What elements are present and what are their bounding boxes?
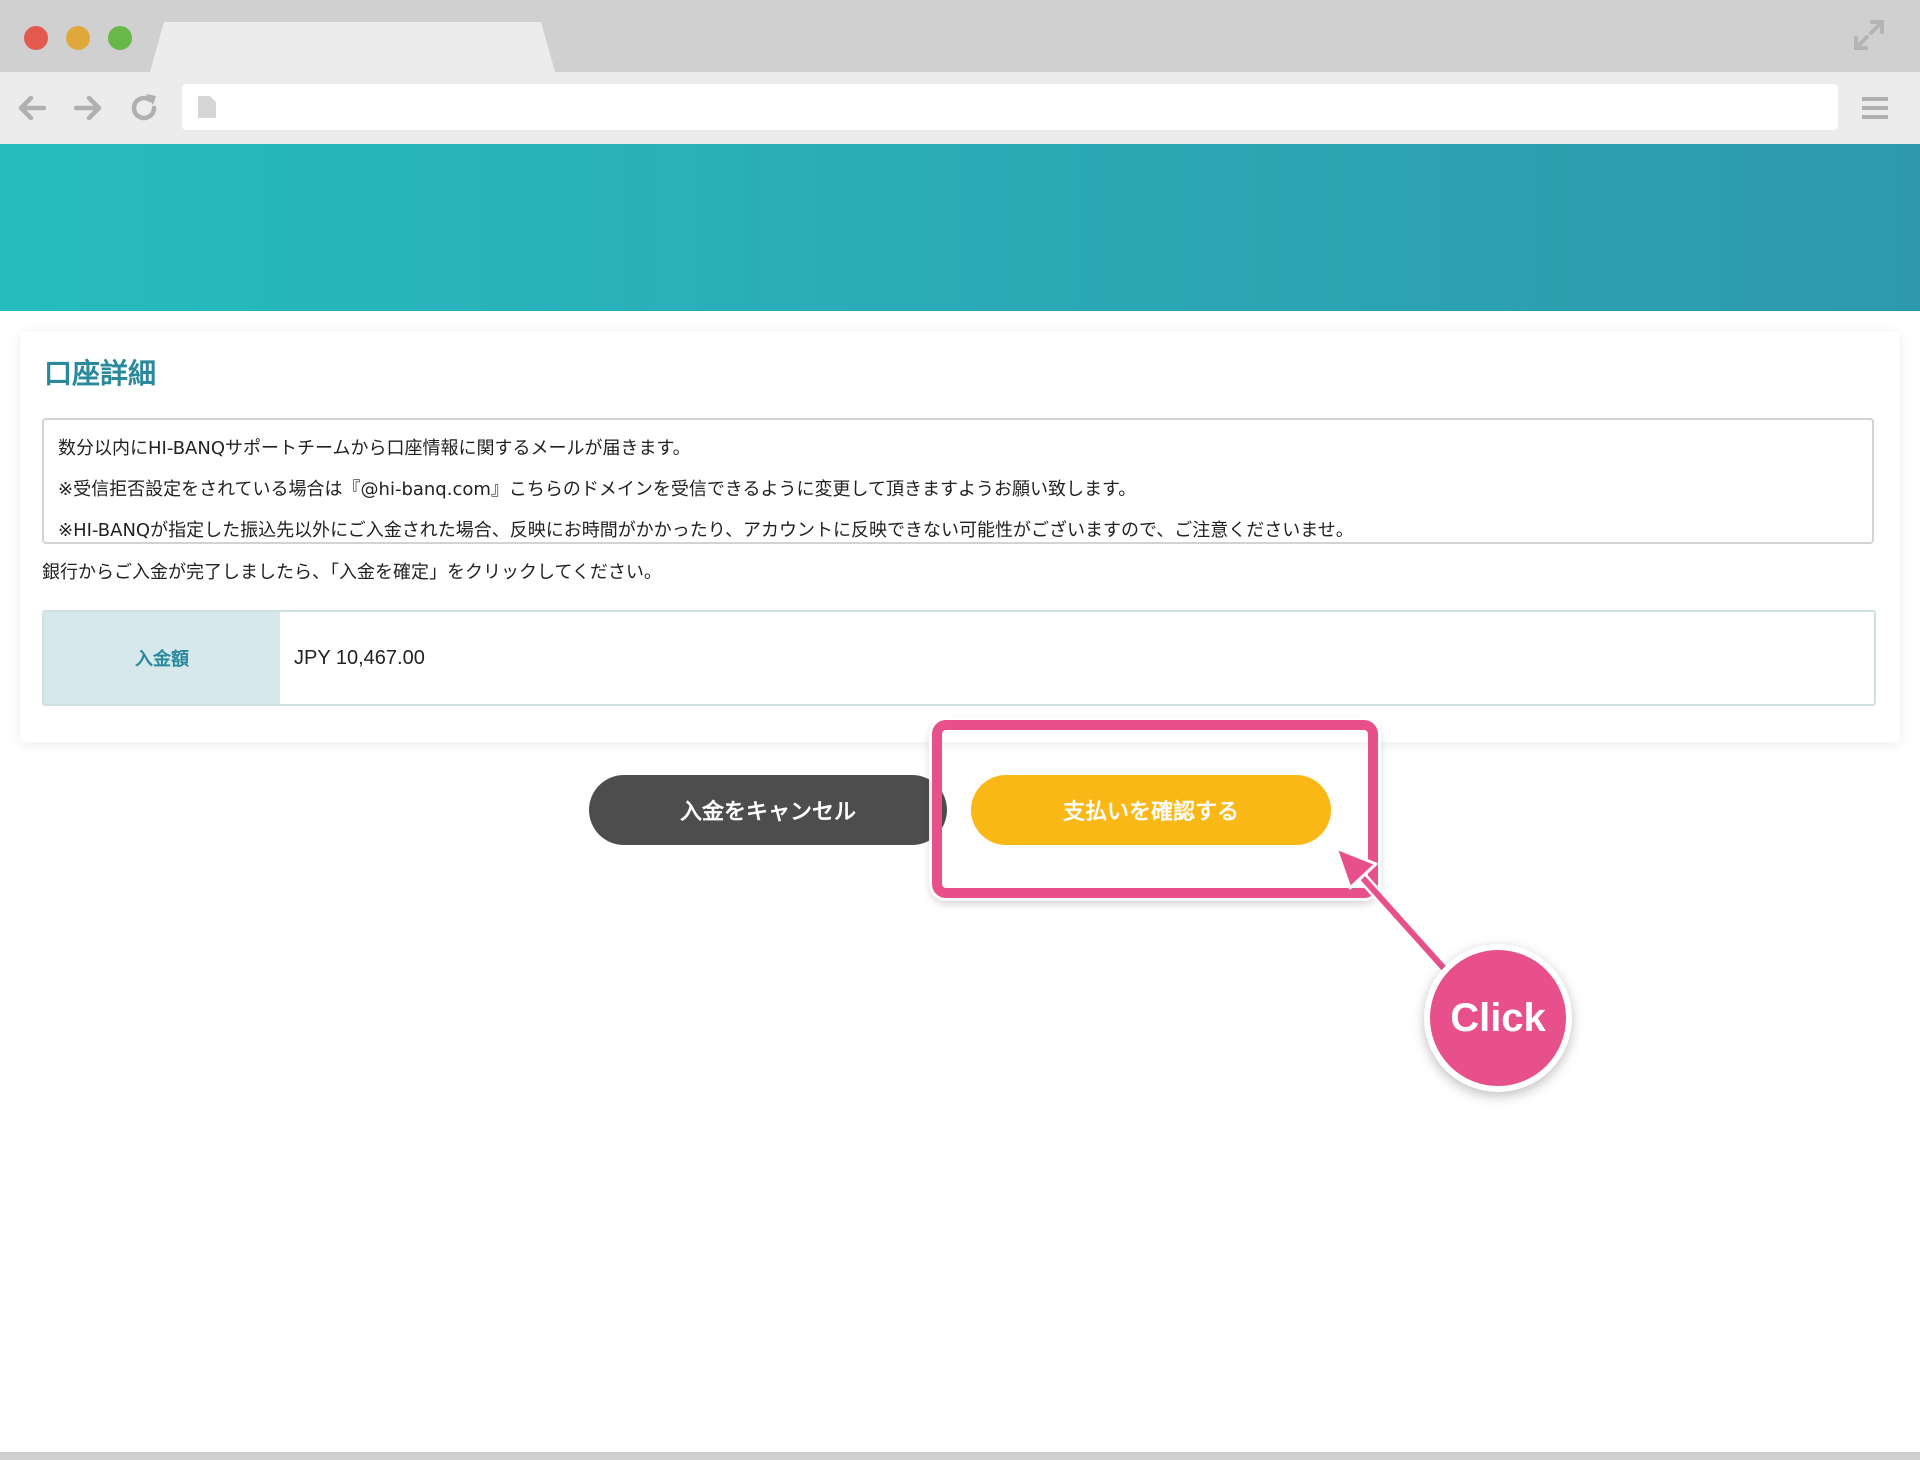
- minimize-window-button[interactable]: [66, 26, 90, 50]
- window-bottom-edge: [0, 1452, 1920, 1460]
- notice-line: ※HI-BANQが指定した振込先以外にご入金された場合、反映にお時間がかかったり…: [58, 520, 1354, 541]
- browser-toolbar: [0, 72, 1920, 144]
- hamburger-menu-icon[interactable]: [1860, 94, 1890, 122]
- amount-value: JPY 10,467.00: [294, 646, 425, 669]
- maximize-window-button[interactable]: [108, 26, 132, 50]
- instruction-text: 銀行からご入金が完了しましたら、「入金を確定」をクリックしてください。: [42, 562, 662, 583]
- forward-arrow-icon[interactable]: [70, 90, 106, 126]
- page-icon: [198, 96, 216, 118]
- browser-tab[interactable]: [150, 22, 555, 72]
- cancel-deposit-button[interactable]: 入金をキャンセル: [589, 775, 947, 845]
- click-badge: Click: [1424, 944, 1572, 1092]
- amount-label: 入金額: [44, 612, 280, 704]
- notice-line: ※受信拒否設定をされている場合は『@hi-banq.com』こちらのドメインを受…: [58, 479, 1137, 500]
- highlight-box: [932, 720, 1378, 898]
- account-details-card: 口座詳細 数分以内にHI-BANQサポートチームから口座情報に関するメールが届き…: [20, 332, 1900, 742]
- card-title: 口座詳細: [44, 357, 157, 390]
- close-window-button[interactable]: [24, 26, 48, 50]
- reload-icon[interactable]: [126, 90, 162, 126]
- notice-box: 数分以内にHI-BANQサポートチームから口座情報に関するメールが届きます。 ※…: [42, 418, 1874, 544]
- notice-line: 数分以内にHI-BANQサポートチームから口座情報に関するメールが届きます。: [58, 438, 691, 459]
- browser-titlebar: [0, 0, 1920, 72]
- fullscreen-icon[interactable]: [1852, 18, 1886, 52]
- page-viewport: 口座詳細 数分以内にHI-BANQサポートチームから口座情報に関するメールが届き…: [0, 144, 1920, 1452]
- amount-row: 入金額 JPY 10,467.00: [42, 610, 1876, 706]
- address-bar[interactable]: [182, 84, 1838, 130]
- back-arrow-icon[interactable]: [14, 90, 50, 126]
- header-banner: [0, 144, 1920, 311]
